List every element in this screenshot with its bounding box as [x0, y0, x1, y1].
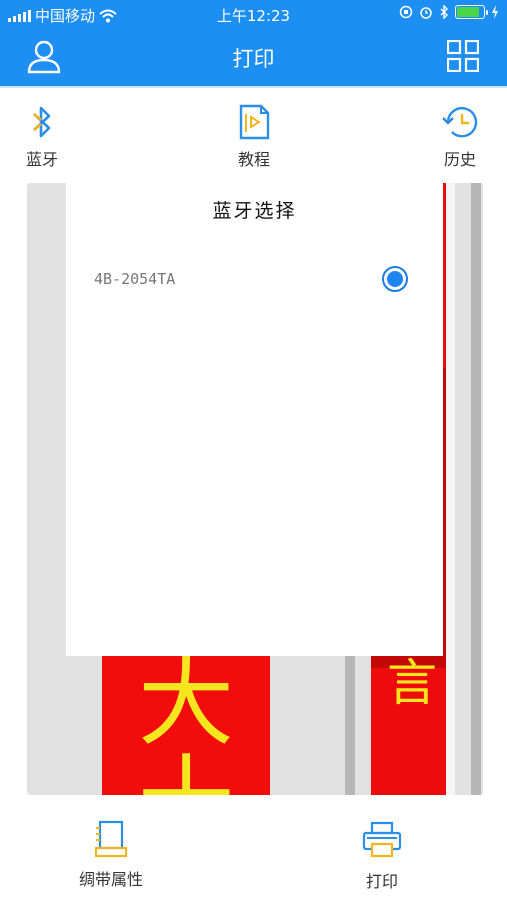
tool-history[interactable]: 历史 — [430, 104, 490, 170]
nav-bar: 打印 — [0, 28, 507, 86]
device-name: 4B-2054TA — [94, 270, 176, 288]
tool-history-label: 历史 — [443, 150, 476, 169]
charging-icon — [492, 5, 498, 19]
ribbon-left-char-2: 十 — [138, 753, 234, 795]
ribbon-left: 大 十 — [102, 653, 270, 795]
ribbon-right-edge — [446, 183, 455, 795]
grid-icon[interactable] — [447, 40, 479, 72]
page-title: 打印 — [232, 47, 275, 71]
device-item[interactable]: 4B-2054TA — [66, 260, 443, 300]
print-button[interactable]: 打印 — [352, 820, 412, 892]
app-header: 中国移动 上午12:23 打印 — [0, 0, 507, 86]
bluetooth-status-icon — [440, 5, 448, 19]
tool-tutorial-label: 教程 — [237, 150, 270, 169]
tool-bluetooth-label: 蓝牙 — [25, 150, 58, 169]
bluetooth-icon — [33, 106, 51, 138]
history-icon — [442, 107, 478, 138]
device-radio[interactable] — [382, 266, 408, 292]
ribbon-properties-label: 绸带属性 — [78, 870, 143, 889]
orientation-lock-icon — [399, 5, 413, 19]
ribbon-properties-button[interactable]: 绸带属性 — [78, 818, 144, 890]
print-label: 打印 — [365, 872, 398, 891]
printer-icon — [362, 821, 402, 858]
tool-tutorial[interactable]: 教程 — [224, 104, 284, 170]
bluetooth-dialog: 蓝牙选择 4B-2054TA — [66, 176, 443, 656]
ribbon-properties-icon — [94, 820, 128, 858]
ribbon-left-char: 大 — [138, 653, 234, 759]
battery-icon — [455, 5, 488, 19]
dialog-title: 蓝牙选择 — [212, 200, 297, 222]
status-right — [399, 5, 499, 19]
tool-bluetooth[interactable]: 蓝牙 — [12, 104, 72, 170]
ribbon-divider-right — [471, 183, 481, 795]
tutorial-icon — [239, 104, 270, 140]
bottom-bar: 绸带属性 打印 — [0, 800, 507, 900]
status-bar: 中国移动 上午12:23 — [0, 0, 507, 28]
tool-bar: 蓝牙 教程 历史 — [0, 86, 507, 178]
alarm-icon — [420, 7, 432, 19]
ribbon-divider — [345, 653, 355, 795]
